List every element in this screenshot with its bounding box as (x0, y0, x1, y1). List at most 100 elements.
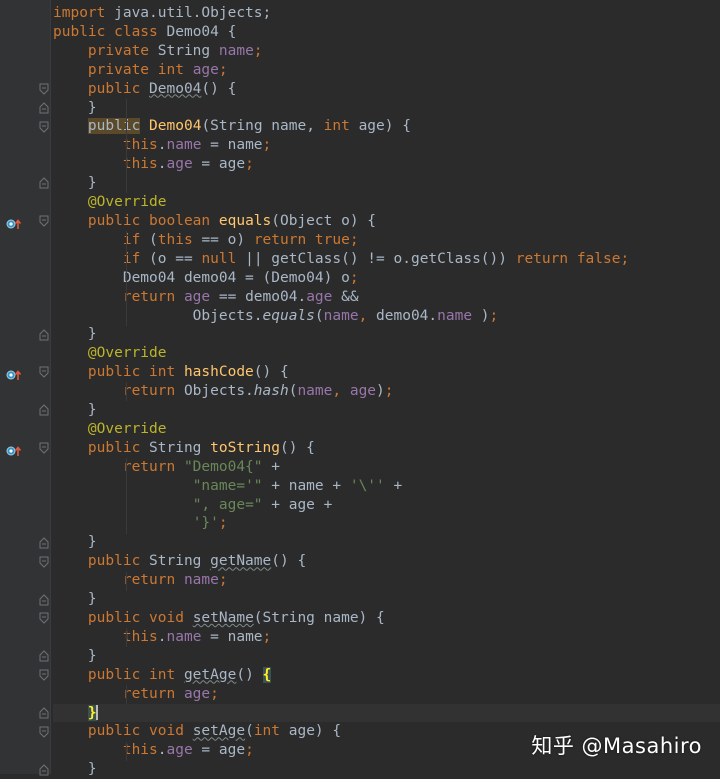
fold-marker-icon[interactable] (38, 556, 50, 568)
code-line[interactable]: if (this == o) return true; (53, 231, 720, 250)
code-token: , (358, 307, 377, 324)
code-token: ; (262, 628, 272, 645)
code-token: public void (87, 610, 193, 626)
fold-marker-icon[interactable] (38, 83, 50, 95)
code-token: null (201, 250, 246, 267)
fold-marker-icon[interactable] (38, 593, 50, 606)
code-line[interactable]: public Demo04() { (53, 80, 720, 99)
code-line[interactable]: public boolean equals(Object o) { (53, 212, 720, 231)
fold-marker-icon[interactable] (38, 537, 50, 549)
code-token: { (262, 666, 272, 683)
code-line[interactable]: Objects.equals(name, demo04.name ); (53, 307, 720, 326)
code-line[interactable]: } (53, 99, 720, 118)
fold-marker-icon[interactable] (38, 215, 50, 227)
fold-marker-icon[interactable] (38, 669, 50, 681)
code-line[interactable]: import java.util.Objects; (53, 4, 720, 23)
code-line[interactable]: public Demo04(String name, int age) { (53, 117, 720, 136)
fold-marker-icon[interactable] (38, 177, 50, 189)
code-line[interactable]: public class Demo04 { (53, 23, 720, 42)
code-line[interactable]: public String toString() { (53, 439, 720, 458)
code-token: "name='" (192, 477, 272, 494)
code-line[interactable]: public int hashCode() { (53, 363, 720, 382)
code-line[interactable]: public void setName(String name) { (53, 609, 720, 628)
code-line[interactable]: Demo04 demo04 = (Demo04) o; (53, 269, 720, 288)
fold-marker-icon[interactable] (38, 726, 50, 738)
code-token: this (157, 231, 202, 248)
code-token: import (53, 5, 115, 21)
fold-marker-icon[interactable] (38, 328, 50, 341)
editor-gutter[interactable] (0, 0, 51, 776)
code-line[interactable]: public String getName() { (53, 552, 720, 571)
code-line[interactable]: return Objects.hash(name, age); (53, 382, 720, 401)
code-token: @Override (87, 345, 167, 362)
code-line[interactable]: } (53, 401, 720, 420)
code-line[interactable]: if (o == null || getClass() != o.getClas… (53, 250, 720, 269)
code-line[interactable]: } (53, 647, 720, 666)
fold-marker-icon[interactable] (38, 442, 50, 454)
fold-marker-icon[interactable] (38, 404, 50, 416)
code-token: @Override (87, 194, 167, 211)
code-token: } (53, 761, 97, 778)
code-line[interactable]: @Override (53, 344, 720, 363)
code-line[interactable]: } (53, 533, 720, 552)
override-method-icon[interactable] (6, 215, 28, 230)
fold-marker-icon[interactable] (38, 612, 50, 625)
code-editor[interactable]: import java.util.Objects; public class De… (0, 0, 720, 777)
indent-guide (126, 685, 127, 705)
code-line[interactable]: this.name = name; (53, 136, 720, 155)
code-line[interactable]: } (53, 590, 720, 609)
fold-marker-icon[interactable] (38, 707, 50, 719)
code-line[interactable]: this.name = name; (53, 628, 720, 647)
fold-marker-icon[interactable] (38, 650, 50, 662)
code-line[interactable]: } (53, 174, 720, 193)
code-line[interactable]: @Override (53, 420, 720, 439)
code-token: public int (87, 364, 184, 381)
code-token: public class (53, 23, 167, 40)
code-token: private (87, 42, 158, 59)
code-token: String (149, 439, 211, 456)
code-line[interactable]: @Override (53, 193, 720, 212)
code-line[interactable]: } (53, 325, 720, 344)
code-token: name (166, 137, 202, 154)
code-line[interactable]: this.age = age; (53, 155, 720, 174)
code-token: age (183, 685, 211, 702)
code-line[interactable]: return "Demo04{" + (53, 458, 720, 477)
code-token: public (87, 553, 150, 570)
code-line[interactable]: } (53, 760, 720, 779)
code-line[interactable]: '}'; (53, 514, 720, 533)
code-token: this (122, 628, 158, 645)
code-line[interactable]: public int getAge() { (53, 666, 720, 685)
code-line[interactable]: return age == demo04.age && (53, 288, 720, 307)
code-token: || getClass() != o.getClass()) (245, 250, 516, 267)
code-token: return (122, 288, 184, 305)
fold-marker-icon[interactable] (38, 101, 50, 114)
code-line[interactable]: ", age=" + age + (53, 496, 720, 515)
code-area[interactable]: import java.util.Objects; public class De… (53, 4, 720, 779)
code-line[interactable]: private int age; (53, 61, 720, 80)
fold-marker-icon[interactable] (38, 366, 50, 379)
code-line[interactable]: return age; (53, 685, 720, 704)
override-method-icon[interactable] (6, 442, 28, 457)
code-token: Objects. (53, 307, 263, 324)
code-token: . (157, 628, 167, 645)
code-token: ) (472, 307, 490, 324)
code-token: ( (245, 723, 254, 740)
code-line[interactable]: } (53, 703, 720, 723)
fold-marker-icon[interactable] (38, 121, 50, 133)
code-line[interactable]: return name; (53, 571, 720, 590)
code-token: age) { (358, 118, 411, 135)
code-line[interactable]: "name='" + name + '\'' + (53, 477, 720, 496)
override-method-icon[interactable] (6, 366, 28, 381)
code-line[interactable]: private String name; (53, 42, 720, 61)
code-token: hash (253, 383, 289, 400)
